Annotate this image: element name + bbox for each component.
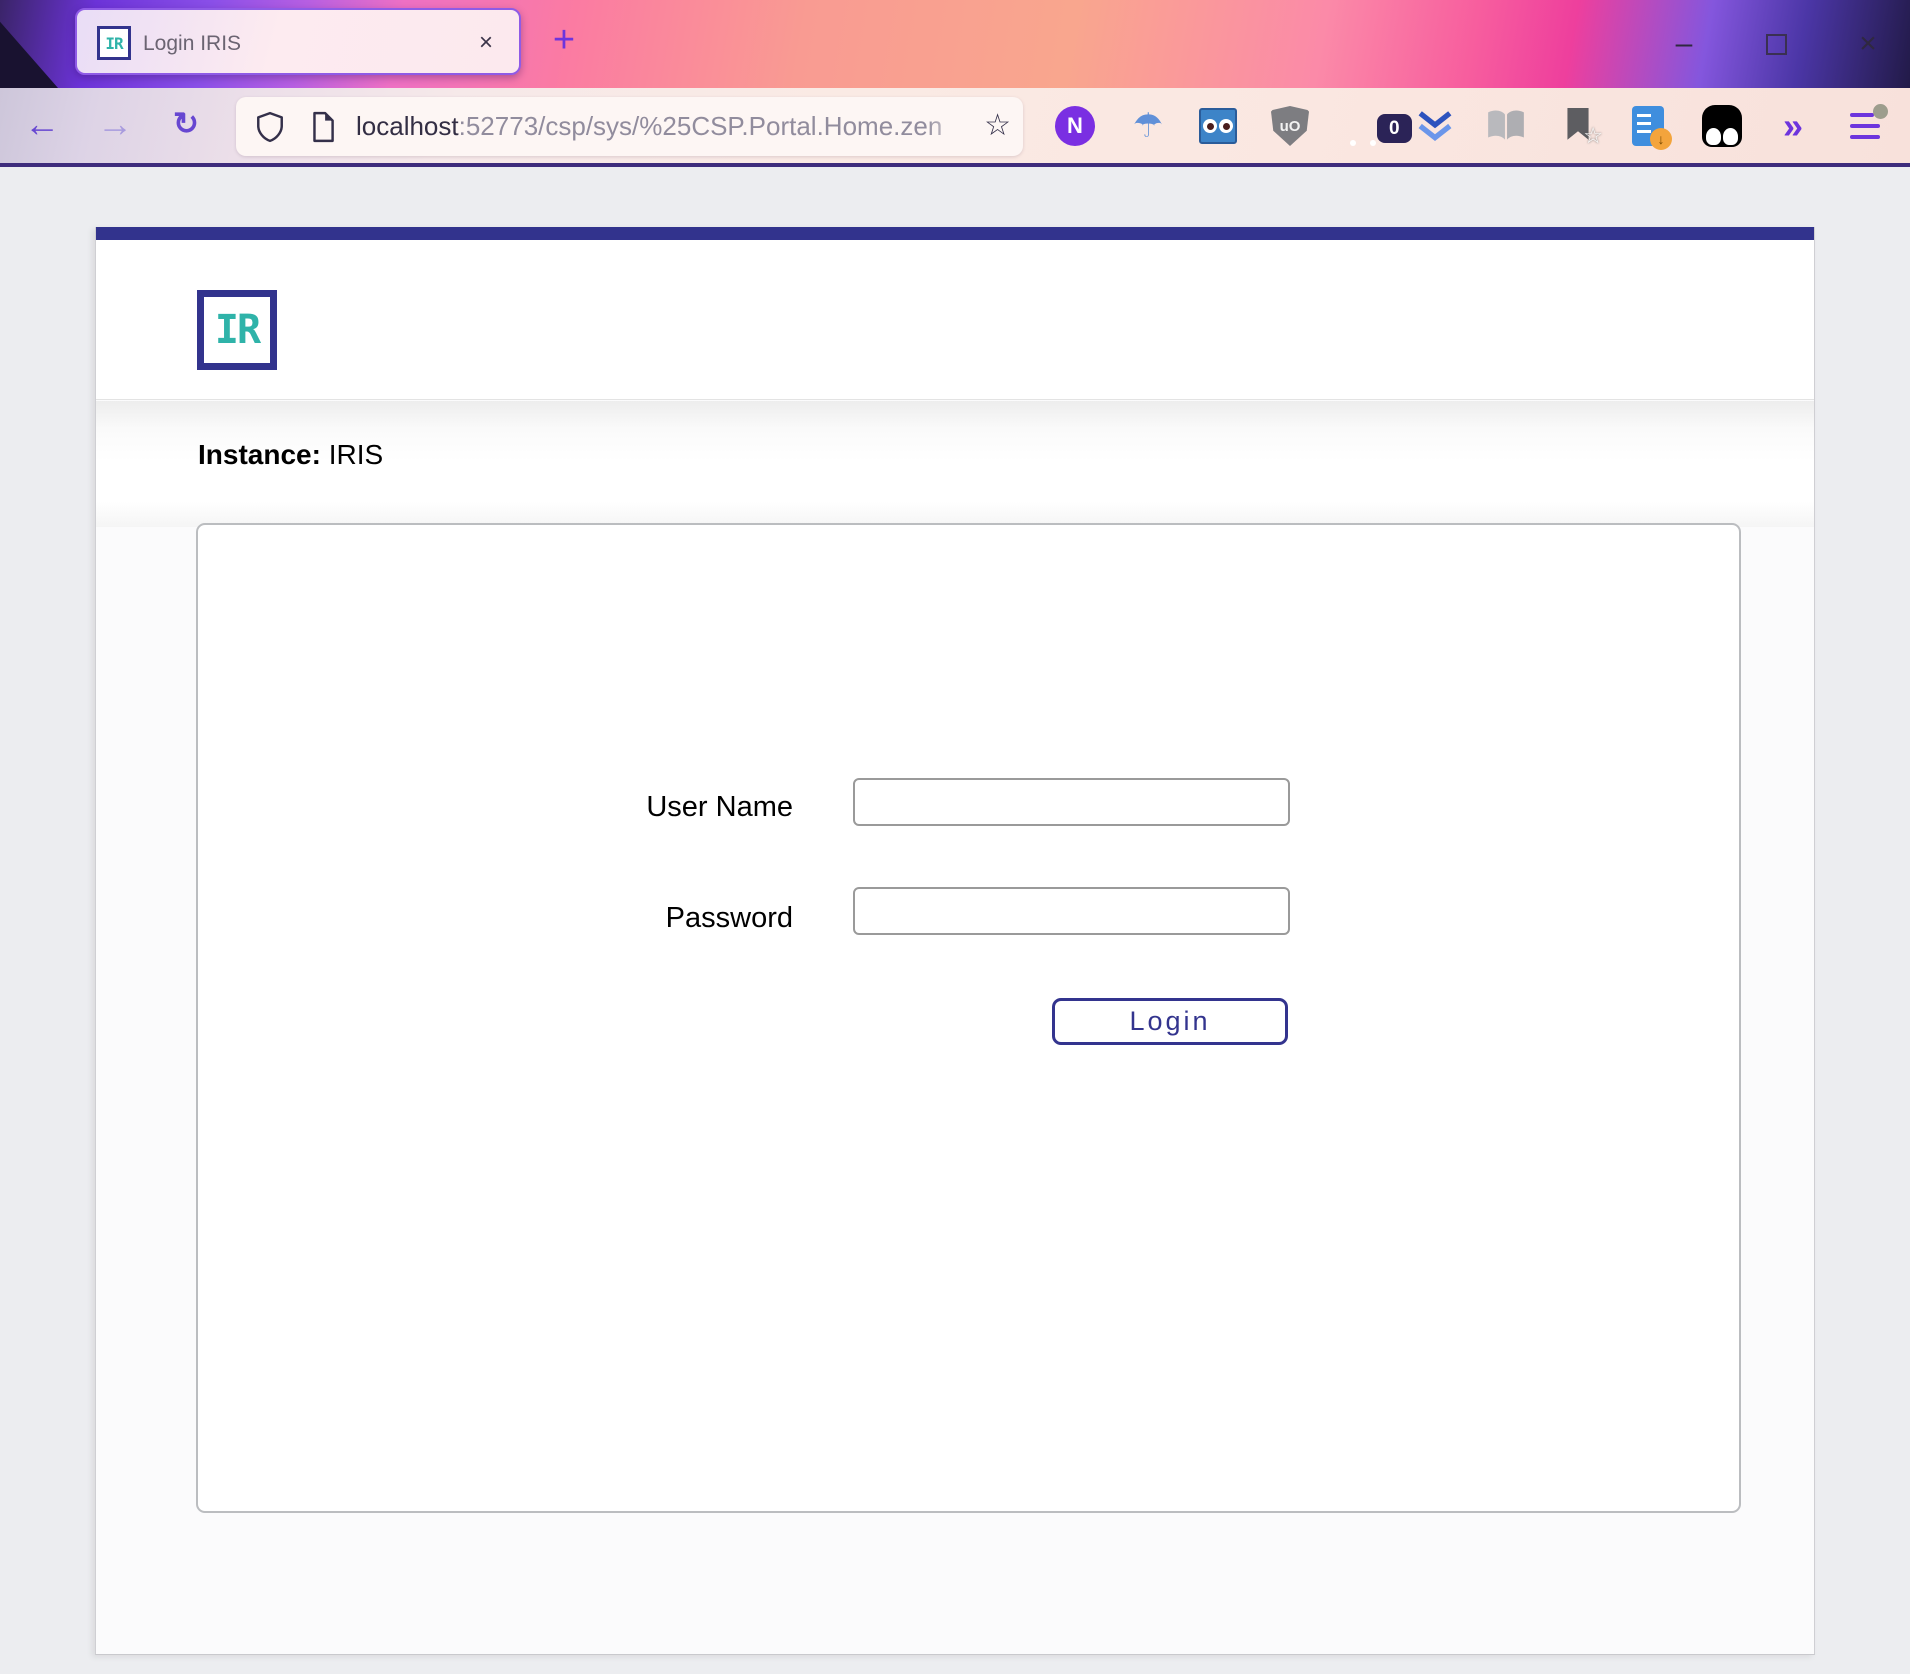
- top-accent-bar: [96, 227, 1814, 240]
- app-menu-button[interactable]: [1840, 100, 1892, 152]
- menu-notification-dot: [1873, 104, 1888, 119]
- ghostery-badge: 0: [1377, 114, 1412, 143]
- page-viewport: IR Instance: IRIS User Name Password Log…: [0, 167, 1910, 1674]
- theme-corner-decoration: [0, 16, 58, 88]
- back-button[interactable]: ←: [16, 98, 68, 150]
- password-label: Password: [538, 902, 793, 935]
- window-minimize-button[interactable]: –: [1662, 22, 1706, 66]
- tab-close-icon[interactable]: ×: [469, 26, 503, 60]
- iris-favicon-icon: IR: [97, 26, 131, 60]
- browser-tab-login-iris[interactable]: IR Login IRIS ×: [75, 8, 521, 75]
- browser-titlebar: IR Login IRIS × + – ×: [0, 0, 1910, 88]
- umbrella-extension-icon[interactable]: ☂: [1122, 100, 1174, 152]
- url-text-fade: [926, 103, 976, 151]
- toolbar-overflow-chevron-icon[interactable]: »: [1767, 100, 1819, 152]
- url-text[interactable]: localhost:52773/csp/sys/%25CSP.Portal.Ho…: [356, 111, 966, 143]
- username-input[interactable]: [853, 778, 1290, 826]
- page-info-icon[interactable]: [310, 111, 336, 148]
- window-maximize-button[interactable]: [1754, 22, 1798, 66]
- url-host: localhost: [356, 111, 459, 141]
- login-page-card: IR Instance: IRIS User Name Password Log…: [95, 227, 1815, 1655]
- login-button[interactable]: Login: [1052, 998, 1288, 1045]
- login-form-panel: User Name Password Login: [196, 523, 1741, 1513]
- ghostery-icon[interactable]: 0: [1337, 100, 1389, 152]
- instance-band: Instance: IRIS: [96, 401, 1814, 527]
- black-owl-extension-icon[interactable]: [1696, 100, 1748, 152]
- tracking-protection-shield-icon[interactable]: [256, 111, 284, 148]
- extension-n-icon[interactable]: N: [1049, 100, 1101, 152]
- bookmark-star-icon[interactable]: ☆: [984, 108, 1011, 143]
- browser-toolbar: ← → ↻ localhost:52773/csp/sys/%25CSP.Por…: [0, 88, 1910, 167]
- tab-title: Login IRIS: [143, 32, 241, 56]
- forward-button[interactable]: →: [89, 98, 141, 150]
- username-label: User Name: [538, 791, 793, 824]
- instance-value: IRIS: [321, 439, 383, 470]
- bookmark-star-extension-icon[interactable]: ☆: [1552, 100, 1604, 152]
- googly-eyes-extension-icon[interactable]: [1192, 100, 1244, 152]
- page-header: IR: [96, 240, 1814, 400]
- star-glyph: ☆: [1583, 123, 1603, 149]
- iris-logo: IR: [197, 290, 277, 370]
- double-chevron-extension-icon[interactable]: [1409, 100, 1461, 152]
- hamburger-icon: [1850, 112, 1882, 140]
- instance-label: Instance:: [198, 439, 321, 470]
- instance-line: Instance: IRIS: [198, 439, 383, 471]
- password-input[interactable]: [853, 887, 1290, 935]
- new-tab-button[interactable]: +: [544, 18, 584, 62]
- ublock-origin-icon[interactable]: uO: [1264, 100, 1316, 152]
- document-download-extension-icon[interactable]: ↓: [1622, 100, 1674, 152]
- download-badge: ↓: [1650, 128, 1672, 150]
- reload-button[interactable]: ↻: [160, 98, 212, 150]
- window-close-button[interactable]: ×: [1846, 22, 1890, 66]
- url-path: :52773/csp/sys/%25CSP.Portal.Home.zen: [459, 111, 943, 141]
- maximize-icon: [1766, 34, 1787, 55]
- url-bar[interactable]: localhost:52773/csp/sys/%25CSP.Portal.Ho…: [236, 97, 1023, 156]
- open-book-extension-icon[interactable]: [1480, 100, 1532, 152]
